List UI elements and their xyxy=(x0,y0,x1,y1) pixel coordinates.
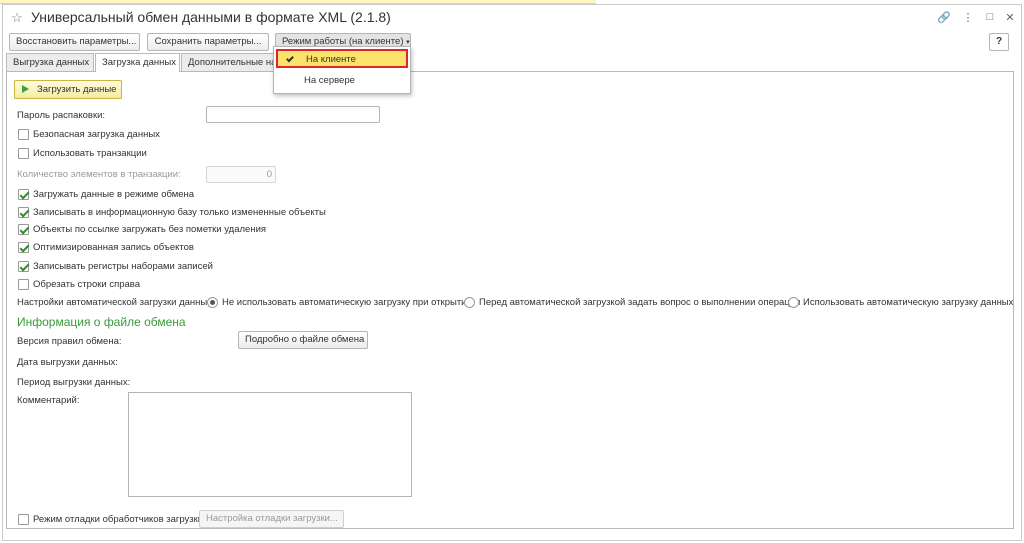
safe-load-label: Безопасная загрузка данных xyxy=(33,129,160,140)
file-details-button[interactable]: Подробно о файле обмена xyxy=(238,331,368,349)
chevron-down-icon: ▾ xyxy=(406,39,410,46)
trim-right-checkbox[interactable] xyxy=(18,279,29,290)
export-date-label: Дата выгрузки данных: xyxy=(17,357,118,368)
auto-load-radio-none[interactable] xyxy=(207,297,218,308)
mode-option-server[interactable]: На сервере xyxy=(276,72,408,91)
export-period-label: Период выгрузки данных: xyxy=(17,377,131,388)
comment-label: Комментарий: xyxy=(17,395,80,406)
exchange-mode-checkbox[interactable] xyxy=(18,189,29,200)
close-icon[interactable]: ✕ xyxy=(1003,11,1017,24)
restore-params-button[interactable]: Восстановить параметры... xyxy=(9,33,140,51)
use-transactions-checkbox[interactable] xyxy=(18,148,29,159)
window-title: Универсальный обмен данными в формате XM… xyxy=(31,9,391,25)
mode-dropdown-menu: На клиенте На сервере xyxy=(273,46,411,94)
mode-option-client[interactable]: На клиенте xyxy=(276,49,408,68)
auto-load-label: Настройки автоматической загрузки данных… xyxy=(17,297,215,308)
tab-export[interactable]: Выгрузка данных xyxy=(6,53,94,71)
title-bar: ☆ Универсальный обмен данными в формате … xyxy=(3,5,1021,31)
debug-mode-checkbox[interactable] xyxy=(18,514,29,525)
mode-option-client-label: На клиенте xyxy=(306,54,356,65)
checkmark-icon xyxy=(286,54,294,63)
save-params-button[interactable]: Сохранить параметры... xyxy=(147,33,269,51)
more-actions-icon[interactable]: ⋮ xyxy=(961,11,975,24)
help-button[interactable]: ? xyxy=(989,33,1009,51)
password-input[interactable] xyxy=(206,106,380,123)
debug-mode-label: Режим отладки обработчиков загрузки xyxy=(33,514,204,525)
play-icon xyxy=(22,85,29,93)
safe-load-checkbox[interactable] xyxy=(18,129,29,140)
comment-textarea[interactable] xyxy=(128,392,412,497)
optimized-label: Оптимизированная запись объектов xyxy=(33,242,194,253)
use-transactions-label: Использовать транзакции xyxy=(33,148,147,159)
rules-version-label: Версия правил обмена: xyxy=(17,336,122,347)
load-data-button[interactable]: Загрузить данные xyxy=(14,80,122,99)
auto-load-radio-ask[interactable] xyxy=(464,297,475,308)
register-sets-label: Записывать регистры наборами записей xyxy=(33,261,213,272)
auto-load-option-ask: Перед автоматической загрузкой задать во… xyxy=(479,297,801,308)
optimized-checkbox[interactable] xyxy=(18,242,29,253)
auto-load-option-none: Не использовать автоматическую загрузку … xyxy=(222,297,472,308)
tx-count-label: Количество элементов в транзакции: xyxy=(17,169,181,180)
ref-objects-label: Объекты по ссылке загружать без пометки … xyxy=(33,224,267,235)
tab-additional[interactable]: Дополнительные нас xyxy=(181,53,278,71)
exchange-mode-label: Загружать данные в режиме обмена xyxy=(33,189,195,200)
register-sets-checkbox[interactable] xyxy=(18,261,29,272)
debug-settings-button: Настройка отладки загрузки... xyxy=(199,510,344,528)
auto-load-option-use: Использовать автоматическую загрузку дан… xyxy=(803,297,1014,308)
info-section-title: Информация о файле обмена xyxy=(17,315,186,329)
trim-right-label: Обрезать строки справа xyxy=(33,279,141,290)
mode-option-server-label: На сервере xyxy=(304,75,355,86)
changed-only-checkbox[interactable] xyxy=(18,207,29,218)
maximize-icon[interactable]: □ xyxy=(983,11,997,23)
load-data-label: Загрузить данные xyxy=(37,84,117,95)
tx-count-input: 0 xyxy=(206,166,276,183)
link-icon[interactable]: 🔗 xyxy=(937,11,951,24)
password-label: Пароль распаковки: xyxy=(17,110,106,121)
ref-objects-checkbox[interactable] xyxy=(18,224,29,235)
tab-import[interactable]: Загрузка данных xyxy=(95,53,180,72)
favorite-star-icon[interactable]: ☆ xyxy=(11,10,23,26)
changed-only-label: Записывать в информационную базу только … xyxy=(33,207,326,218)
auto-load-radio-use[interactable] xyxy=(788,297,799,308)
